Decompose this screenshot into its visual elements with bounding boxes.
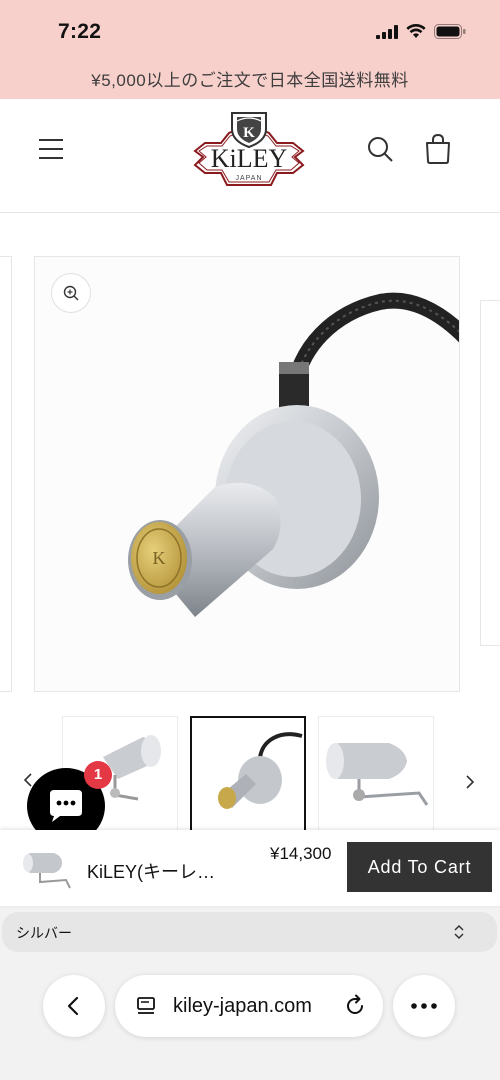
wifi-icon <box>406 24 426 38</box>
sticky-product-thumbnail <box>16 842 72 894</box>
battery-icon <box>434 24 466 39</box>
browser-back-button[interactable] <box>43 975 105 1037</box>
logo-subtext: JAPAN <box>235 175 262 182</box>
reload-icon[interactable] <box>342 993 368 1019</box>
status-icons <box>376 24 466 39</box>
back-icon <box>67 996 79 1016</box>
select-arrows-icon <box>454 924 464 940</box>
chat-badge: 1 <box>84 761 112 789</box>
url-text: kiley-japan.com <box>173 995 312 1017</box>
more-icon <box>411 1003 437 1009</box>
signal-icon <box>376 24 398 39</box>
sticky-product-price: ¥14,300 <box>270 844 332 863</box>
menu-button[interactable] <box>33 135 69 163</box>
menu-icon <box>39 139 63 159</box>
add-to-cart-button[interactable]: Add To Cart <box>347 842 492 892</box>
cart-icon <box>426 133 450 164</box>
status-bar: 7:22 <box>0 0 500 62</box>
search-icon <box>368 137 393 162</box>
logo-text: KiLEY <box>211 144 288 173</box>
browser-toolbar: kiley-japan.com <box>0 948 500 1080</box>
search-button[interactable] <box>362 131 398 167</box>
svg-text:K: K <box>153 548 166 568</box>
previous-slide-peek[interactable] <box>0 256 12 692</box>
logo-letter: K <box>243 125 255 141</box>
page-icon <box>137 997 155 1014</box>
product-gallery: K <box>0 214 500 714</box>
kiley-logo[interactable]: K KiLEY JAPAN <box>191 107 307 193</box>
chat-icon <box>50 790 82 822</box>
next-slide-peek[interactable] <box>480 300 500 646</box>
browser-more-button[interactable] <box>393 975 455 1037</box>
bell-product-photo: K <box>128 292 459 617</box>
sticky-product-row: KiLEY(キーレ… ¥14,300 Add To Cart <box>0 830 500 906</box>
thumbnail-3[interactable] <box>318 716 434 832</box>
variant-select[interactable]: シルバー <box>2 912 497 952</box>
variant-selected-value: シルバー <box>16 925 72 941</box>
address-bar[interactable]: kiley-japan.com <box>115 975 383 1037</box>
chevron-right-icon <box>466 775 475 789</box>
status-time: 7:22 <box>58 20 102 43</box>
thumbnail-next-button[interactable] <box>460 768 480 796</box>
main-product-image[interactable]: K <box>34 256 460 692</box>
cart-button[interactable] <box>419 129 457 167</box>
announcement-bar: ¥5,000以上のご注文で日本全国送料無料 <box>0 62 500 99</box>
thumbnail-2[interactable] <box>190 716 306 832</box>
site-header: K KiLEY JAPAN <box>0 99 500 213</box>
sticky-product-title: KiLEY(キーレ… <box>87 862 216 882</box>
